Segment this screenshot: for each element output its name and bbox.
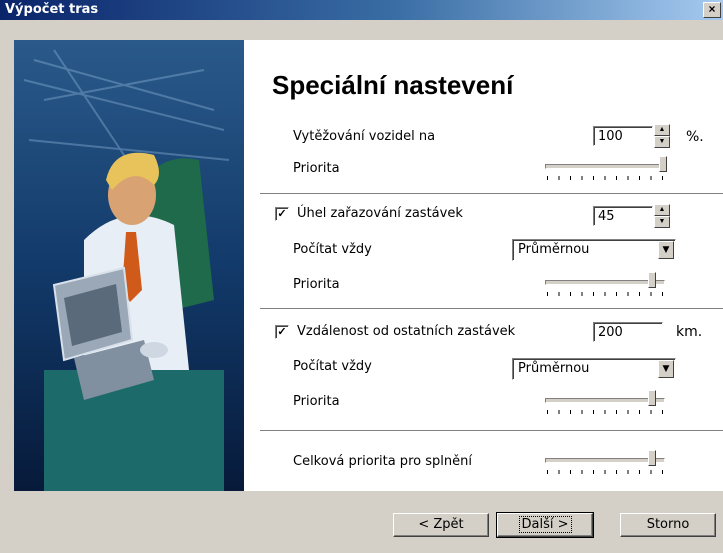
angle-spinner[interactable]: ▲ ▼ — [654, 204, 670, 228]
slider-thumb[interactable] — [659, 156, 667, 172]
total-priority-label: Celková priorita pro splnění — [293, 454, 472, 469]
separator — [260, 308, 723, 310]
distance-compute-value: Průměrnou — [518, 361, 590, 376]
angle-compute-value: Průměrnou — [518, 242, 590, 257]
close-icon: × — [708, 2, 716, 16]
slider-track — [545, 458, 665, 463]
angle-compute-select[interactable]: Průměrnou ▼ — [512, 239, 676, 261]
man-at-computer-illustration — [14, 40, 244, 491]
slider-ticks — [547, 470, 663, 474]
distance-checkbox[interactable]: ✓ — [275, 325, 289, 339]
spin-down-icon[interactable]: ▼ — [654, 136, 670, 148]
wizard-window: Výpočet tras × Speciální nastevení Vytěž… — [0, 0, 723, 553]
vehicle-load-unit: %. — [686, 129, 704, 145]
separator — [260, 193, 723, 195]
check-icon: ✓ — [277, 326, 287, 338]
angle-input[interactable]: 45 — [593, 206, 653, 226]
distance-input[interactable]: 200 — [593, 322, 663, 342]
slider-track — [545, 164, 665, 169]
wizard-illustration — [14, 40, 244, 491]
slider-thumb[interactable] — [648, 272, 656, 288]
slider-thumb[interactable] — [648, 390, 656, 406]
next-button[interactable]: Další > — [496, 512, 594, 538]
page-title: Speciální nastevení — [272, 70, 514, 100]
vehicle-load-spinner[interactable]: ▲ ▼ — [654, 124, 670, 148]
vehicle-load-label: Vytěžování vozidel na — [293, 129, 436, 144]
cancel-button[interactable]: Storno — [620, 513, 716, 537]
back-button[interactable]: < Zpět — [393, 513, 489, 537]
slider-ticks — [547, 292, 663, 296]
spin-down-icon[interactable]: ▼ — [654, 216, 670, 228]
slider-track — [545, 280, 665, 285]
vehicle-load-input[interactable]: 100 — [593, 126, 653, 146]
title-bar[interactable]: Výpočet tras × — [0, 0, 723, 20]
distance-compute-label: Počítat vždy — [293, 359, 372, 374]
vehicle-priority-label: Priorita — [293, 161, 340, 176]
angle-compute-label: Počítat vždy — [293, 242, 372, 257]
check-icon: ✓ — [277, 208, 287, 220]
distance-priority-slider[interactable] — [545, 390, 669, 416]
distance-compute-select[interactable]: Průměrnou ▼ — [512, 358, 676, 380]
slider-track — [545, 398, 665, 403]
vehicle-priority-slider[interactable] — [545, 156, 669, 182]
distance-unit: km. — [676, 324, 703, 340]
spin-up-icon[interactable]: ▲ — [654, 124, 670, 136]
distance-priority-label: Priorita — [293, 394, 340, 409]
next-button-label: Další > — [518, 516, 572, 533]
angle-priority-label: Priorita — [293, 277, 340, 292]
close-button[interactable]: × — [703, 2, 721, 18]
chevron-down-icon[interactable]: ▼ — [658, 241, 674, 259]
angle-checkbox-label: Úhel zařazování zastávek — [297, 206, 463, 221]
chevron-down-icon[interactable]: ▼ — [658, 360, 674, 378]
slider-ticks — [547, 176, 663, 180]
spin-up-icon[interactable]: ▲ — [654, 204, 670, 216]
window-title: Výpočet tras — [5, 2, 99, 17]
content-panel: Speciální nastevení Vytěžování vozidel n… — [244, 40, 723, 491]
total-priority-slider[interactable] — [545, 450, 669, 476]
slider-ticks — [547, 410, 663, 414]
separator — [260, 430, 723, 432]
slider-thumb[interactable] — [648, 450, 656, 466]
distance-checkbox-label: Vzdálenost od ostatních zastávek — [297, 324, 516, 339]
angle-checkbox[interactable]: ✓ — [275, 207, 289, 221]
angle-priority-slider[interactable] — [545, 272, 669, 298]
